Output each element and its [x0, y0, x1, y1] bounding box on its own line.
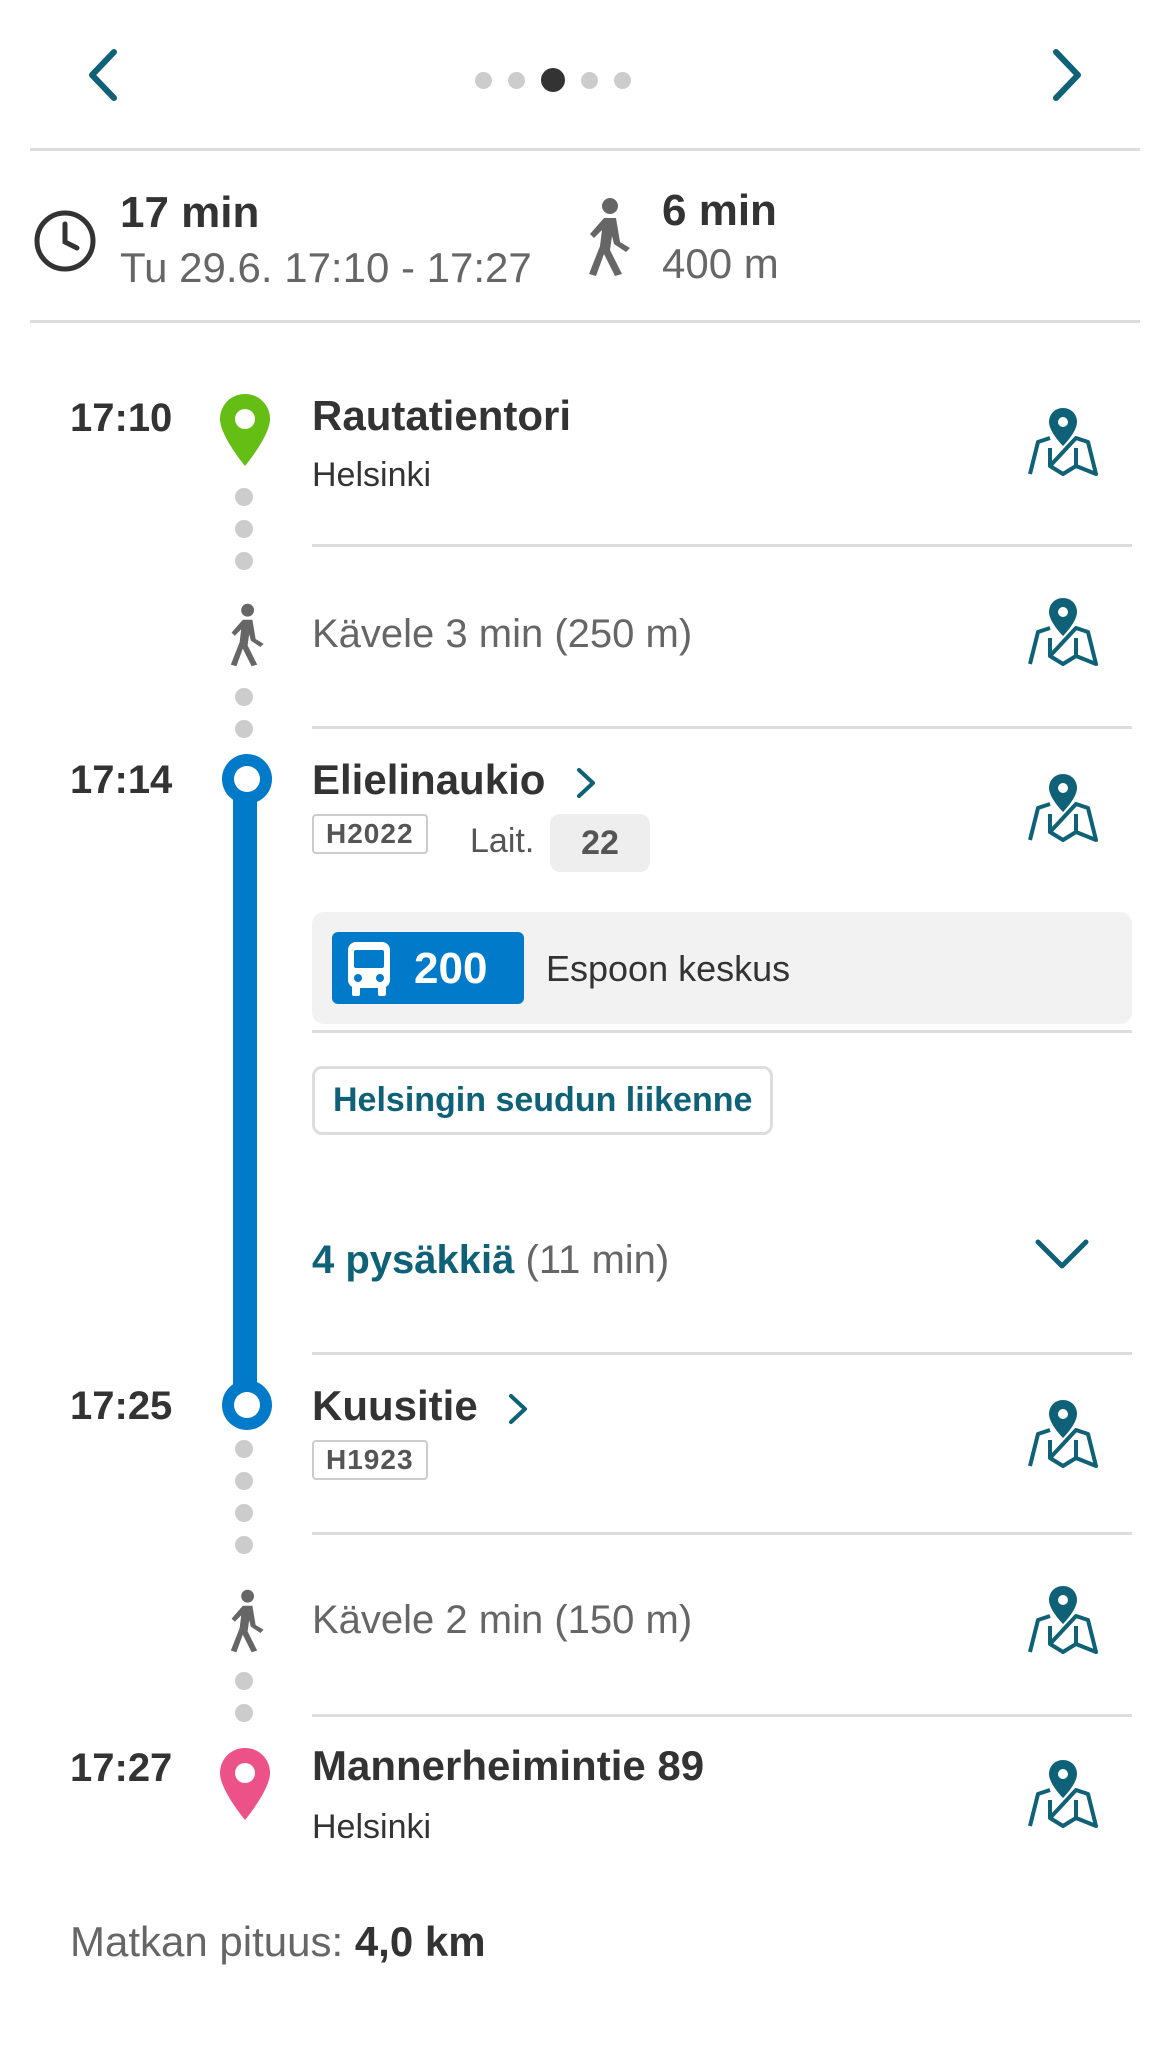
show-on-map-button[interactable] — [1024, 404, 1102, 482]
trip-length-label: Matkan pituus: — [70, 1918, 344, 1965]
walk-path-dot — [235, 552, 253, 570]
divider — [312, 726, 1132, 729]
route-destination: Espoon keskus — [546, 948, 791, 989]
intermediate-stops-toggle[interactable]: 4 pysäkkiä (11 min) — [312, 1238, 669, 1283]
walk-path-dot — [235, 488, 253, 506]
walk-distance: 400 m — [662, 240, 779, 287]
walk-path-dot — [235, 1472, 253, 1490]
walk-icon — [578, 196, 638, 278]
bus-route-line — [233, 780, 257, 1400]
divider — [312, 1714, 1132, 1717]
map-pin-icon — [1028, 1400, 1098, 1468]
chevron-right-icon — [509, 1393, 528, 1424]
alight-stop-label: Kuusitie — [312, 1382, 478, 1429]
map-pin-icon — [1028, 1586, 1098, 1654]
map-pin-icon — [1028, 1760, 1098, 1828]
trip-length: Matkan pituus: 4,0 km — [70, 1918, 486, 1966]
stop-code-badge: H1923 — [312, 1440, 428, 1480]
end-time: 17:27 — [70, 1746, 173, 1790]
show-on-map-button[interactable] — [1024, 770, 1102, 848]
end-city: Helsinki — [312, 1808, 432, 1846]
show-on-map-button[interactable] — [1024, 1582, 1102, 1660]
divider — [312, 1532, 1132, 1535]
walk-icon — [222, 598, 270, 672]
expand-stops-button[interactable] — [1032, 1234, 1092, 1274]
walk-leg-text: Kävele 3 min (250 m) — [312, 612, 693, 656]
bus-route-info[interactable]: 200 Espoon keskus — [312, 912, 1132, 1024]
show-on-map-button[interactable] — [1024, 1396, 1102, 1474]
stop-code-badge: H2022 — [312, 814, 428, 854]
walk-path-dot — [235, 1672, 253, 1690]
chevron-down-icon — [1035, 1239, 1089, 1269]
page-dot-active[interactable] — [541, 68, 565, 92]
map-pin-icon — [1028, 598, 1098, 666]
divider — [312, 1030, 1132, 1033]
divider — [30, 148, 1140, 151]
divider — [312, 1352, 1132, 1355]
chevron-right-icon — [1053, 49, 1081, 101]
divider — [312, 544, 1132, 547]
start-location-pin-icon — [218, 392, 272, 468]
platform-label: Lait. — [470, 822, 535, 860]
trip-date-time: Tu 29.6. 17:10 - 17:27 — [120, 244, 532, 291]
stops-duration: (11 min) — [525, 1238, 670, 1282]
pagination-dots — [475, 68, 647, 92]
next-itinerary-button[interactable] — [1030, 40, 1100, 110]
route-badge: 200 — [332, 932, 524, 1004]
end-stop-name[interactable]: Mannerheimintie 89 — [312, 1742, 704, 1790]
previous-itinerary-button[interactable] — [70, 40, 140, 110]
walk-icon — [222, 1584, 270, 1658]
board-stop-label: Elielinaukio — [312, 756, 546, 803]
alight-stop-marker — [222, 1380, 272, 1430]
walk-path-dot — [235, 1440, 253, 1458]
platform-number: 22 — [550, 814, 650, 872]
walk-leg-text: Kävele 2 min (150 m) — [312, 1598, 693, 1642]
map-pin-icon — [1028, 774, 1098, 842]
walk-path-dot — [235, 720, 253, 738]
chevron-left-icon — [89, 49, 117, 101]
walk-path-dot — [235, 1536, 253, 1554]
alight-time: 17:25 — [70, 1384, 173, 1428]
clock-icon — [32, 208, 98, 274]
start-stop-name[interactable]: Rautatientori — [312, 392, 571, 440]
start-city: Helsinki — [312, 456, 432, 494]
walk-duration: 6 min — [662, 186, 777, 235]
board-time: 17:14 — [70, 758, 173, 802]
chevron-right-icon — [577, 767, 596, 798]
show-on-map-button[interactable] — [1024, 594, 1102, 672]
page-dot[interactable] — [581, 71, 598, 89]
start-time: 17:10 — [70, 396, 173, 440]
route-number: 200 — [414, 944, 488, 993]
destination-pin-icon — [218, 1746, 272, 1822]
walk-path-dot — [235, 520, 253, 538]
bus-icon — [348, 942, 390, 996]
page-dot[interactable] — [475, 71, 492, 89]
stops-count-label: 4 pysäkkiä — [312, 1238, 515, 1282]
page-dot[interactable] — [614, 71, 631, 89]
show-on-map-button[interactable] — [1024, 1756, 1102, 1834]
trip-length-value: 4,0 km — [354, 1918, 486, 1965]
agency-link[interactable]: Helsingin seudun liikenne — [312, 1066, 774, 1135]
map-pin-icon — [1028, 408, 1098, 476]
board-stop-name[interactable]: Elielinaukio — [312, 756, 597, 804]
walk-path-dot — [235, 1504, 253, 1522]
walk-path-dot — [235, 1704, 253, 1722]
divider — [30, 320, 1140, 323]
trip-duration: 17 min — [120, 188, 260, 237]
board-stop-marker — [222, 754, 272, 804]
walk-path-dot — [235, 688, 253, 706]
page-dot[interactable] — [508, 71, 525, 89]
alight-stop-name[interactable]: Kuusitie — [312, 1382, 529, 1430]
